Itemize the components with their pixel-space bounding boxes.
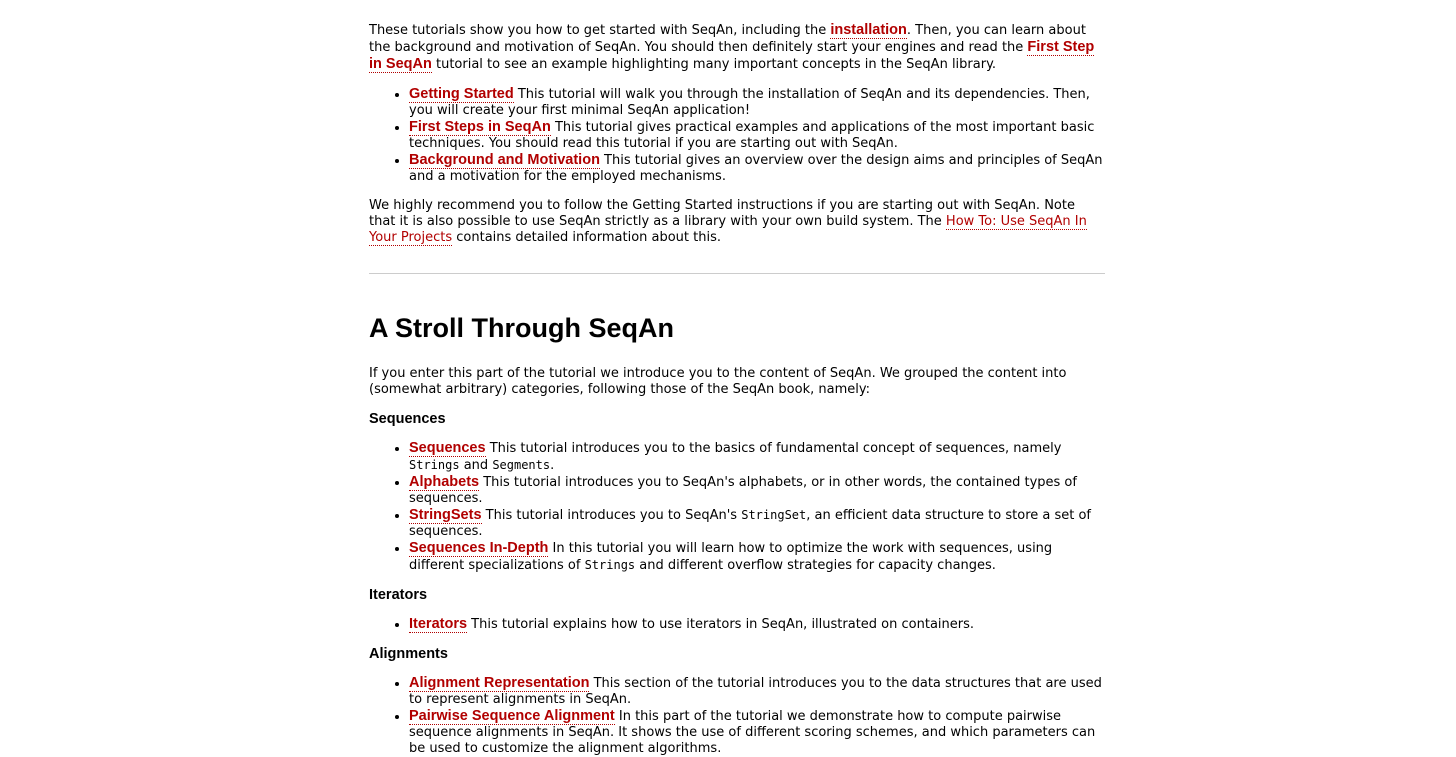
code-segments: Segments: [492, 458, 551, 472]
iterators-heading: Iterators: [369, 587, 428, 603]
list-item: Sequences This tutorial introduces you t…: [409, 440, 1105, 474]
list-item-text: This tutorial explains how to use iterat…: [467, 617, 975, 632]
list-item-text: This tutorial introduces you to the basi…: [485, 441, 1062, 456]
list-item-text: This tutorial introduces you to SeqAn's …: [409, 475, 1077, 506]
list-item: StringSets This tutorial introduces you …: [409, 507, 1105, 540]
list-item-text: and different overflow strategies for ca…: [635, 558, 996, 573]
iterators-link[interactable]: Iterators: [409, 616, 468, 633]
sequences-link[interactable]: Sequences: [409, 440, 486, 457]
list-item: Alphabets This tutorial introduces you t…: [409, 474, 1105, 507]
recommend-paragraph: We highly recommend you to follow the Ge…: [369, 198, 1105, 246]
intro-text-3: tutorial to see an example highlighting …: [431, 57, 997, 72]
alignments-list: Alignment Representation This section of…: [369, 675, 1105, 757]
stroll-intro: If you enter this part of the tutorial w…: [369, 366, 1067, 397]
recommend-text-2: contains detailed information about this…: [452, 230, 722, 245]
pairwise-alignment-link[interactable]: Pairwise Sequence Alignment: [409, 708, 615, 725]
sequences-heading: Sequences: [369, 411, 446, 427]
list-item: Sequences In-Depth In this tutorial you …: [409, 540, 1105, 574]
alphabets-link[interactable]: Alphabets: [409, 474, 480, 491]
list-item: Background and Motivation This tutorial …: [409, 152, 1105, 185]
list-item: Iterators This tutorial explains how to …: [409, 616, 1105, 633]
alignments-heading: Alignments: [369, 646, 448, 662]
list-item: First Steps in SeqAn This tutorial gives…: [409, 119, 1105, 152]
iterators-list: Iterators This tutorial explains how to …: [369, 616, 1105, 633]
intro-text-1: These tutorials show you how to get star…: [369, 23, 831, 38]
code-strings: Strings: [584, 558, 636, 572]
list-item: Getting Started This tutorial will walk …: [409, 86, 1105, 119]
code-strings: Strings: [409, 458, 460, 472]
sequences-list: Sequences This tutorial introduces you t…: [369, 440, 1105, 574]
alignment-representation-link[interactable]: Alignment Representation: [409, 675, 590, 692]
intro-list: Getting Started This tutorial will walk …: [369, 86, 1105, 185]
list-item-text: .: [550, 458, 555, 473]
background-motivation-link[interactable]: Background and Motivation: [409, 152, 600, 169]
list-item-text: and: [459, 458, 493, 473]
list-item: Alignment Representation This section of…: [409, 675, 1105, 708]
list-item: Pairwise Sequence Alignment In this part…: [409, 708, 1105, 757]
tutorial-content: These tutorials show you how to get star…: [369, 22, 1105, 757]
getting-started-link[interactable]: Getting Started: [409, 86, 514, 103]
first-steps-link[interactable]: First Steps in SeqAn: [409, 119, 551, 136]
code-stringset: StringSet: [741, 508, 807, 522]
installation-link[interactable]: installation: [830, 22, 907, 39]
section-divider: [369, 273, 1105, 274]
list-item-text: This tutorial introduces you to SeqAn's: [481, 508, 742, 523]
sequences-in-depth-link[interactable]: Sequences In-Depth: [409, 540, 549, 557]
stringsets-link[interactable]: StringSets: [409, 507, 482, 524]
intro-paragraph: These tutorials show you how to get star…: [369, 22, 1105, 73]
section-title: A Stroll Through SeqAn: [369, 313, 674, 343]
